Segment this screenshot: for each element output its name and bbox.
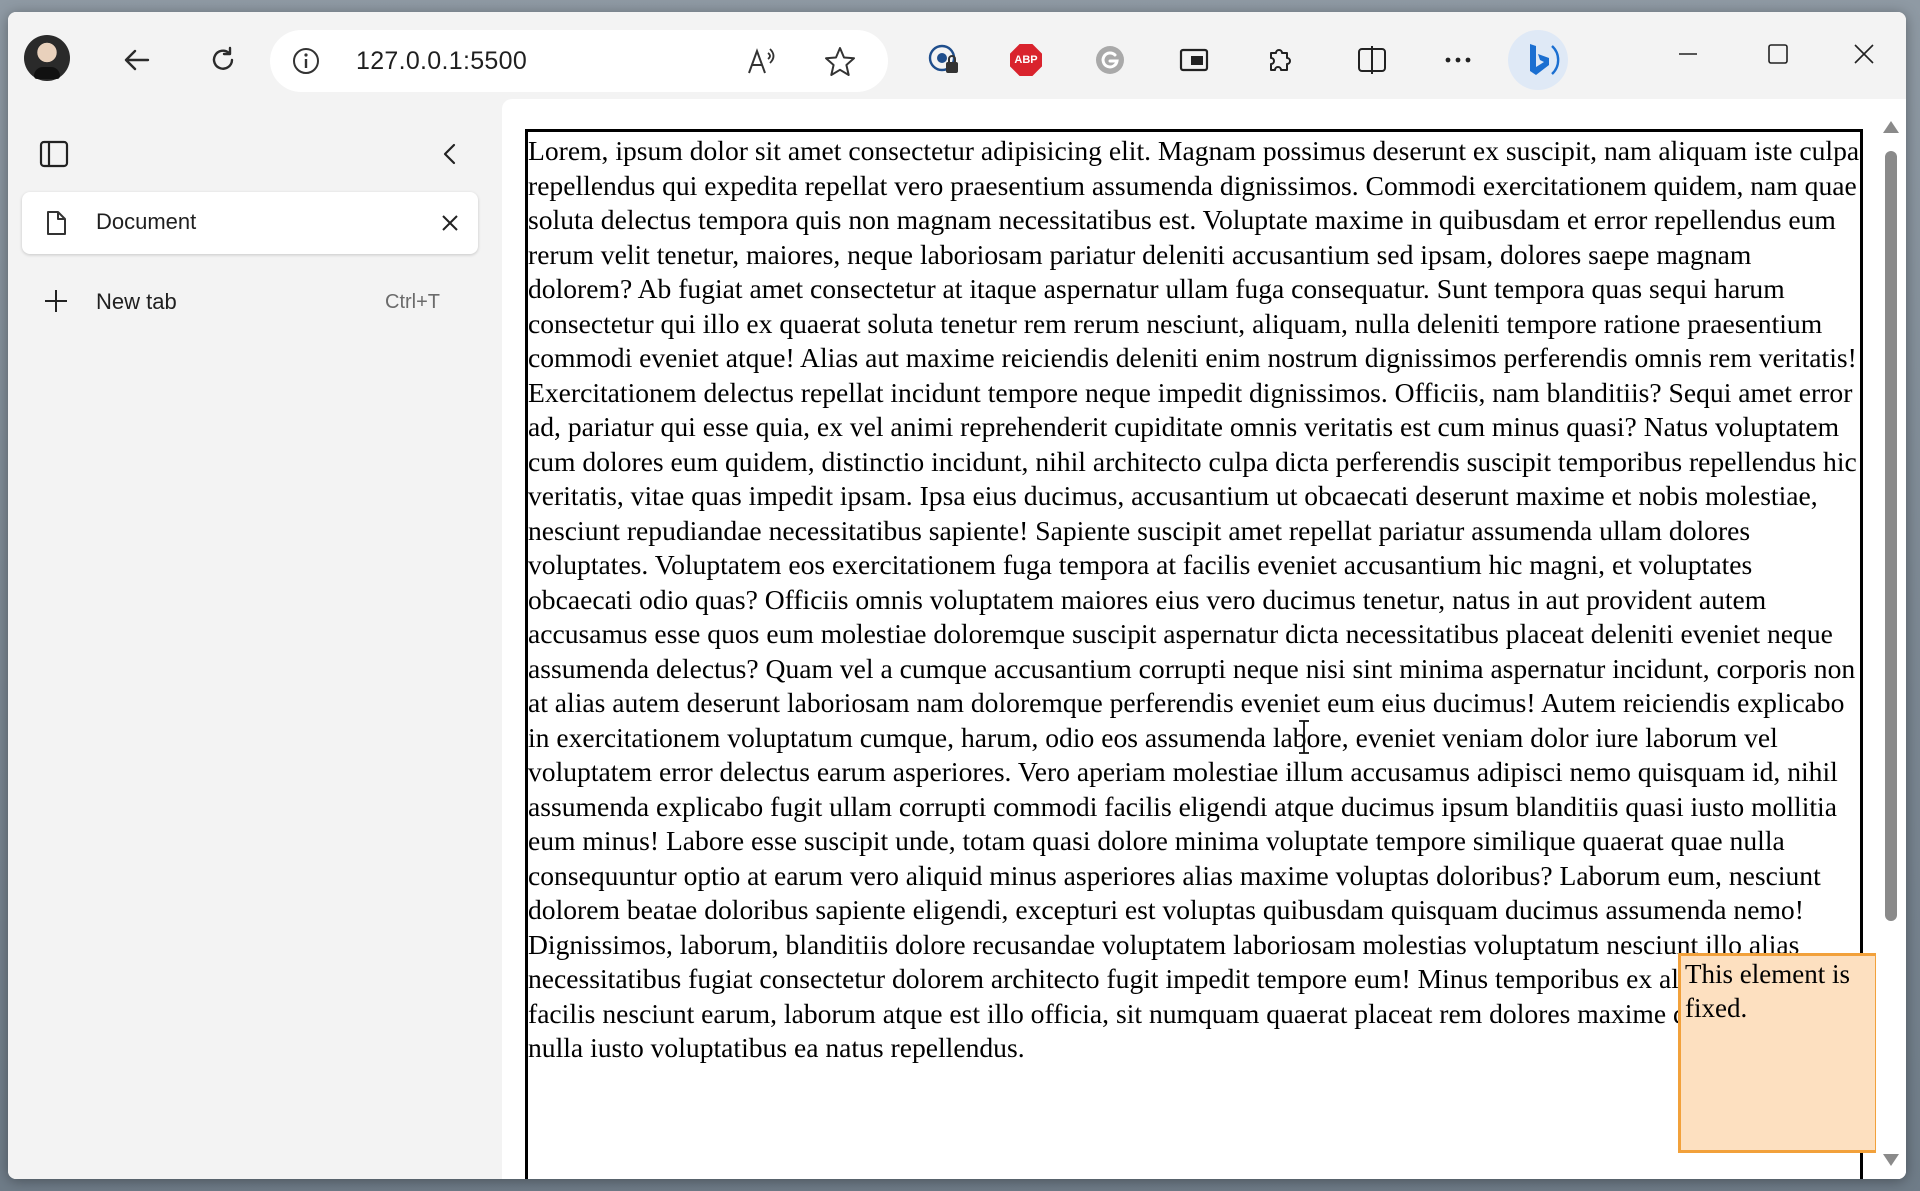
vertical-scrollbar[interactable] bbox=[1876, 99, 1906, 1179]
collapse-pane-button[interactable] bbox=[430, 134, 470, 174]
info-icon bbox=[293, 48, 319, 74]
fixed-element-note: This element is fixed. bbox=[1678, 953, 1878, 1153]
scroll-up-arrow-icon[interactable] bbox=[1883, 121, 1899, 133]
browser-toolbar: 127.0.0.1:5500 ABP bbox=[8, 12, 1906, 110]
refresh-button[interactable] bbox=[201, 38, 245, 82]
browser-window: 127.0.0.1:5500 ABP Document New tab Ctrl… bbox=[8, 12, 1906, 1179]
split-screen-button[interactable] bbox=[1348, 36, 1396, 84]
tab-actions-icon bbox=[39, 140, 69, 168]
tab-label: Document bbox=[96, 209, 197, 234]
tab-document[interactable]: Document bbox=[22, 192, 478, 254]
tab-actions-button[interactable] bbox=[34, 134, 74, 174]
vertical-tabs-sidebar: Document New tab Ctrl+T bbox=[8, 110, 500, 1179]
bing-copilot-icon bbox=[1530, 44, 1560, 75]
address-text[interactable]: 127.0.0.1:5500 bbox=[356, 47, 527, 76]
site-info-button[interactable] bbox=[290, 45, 322, 77]
more-button[interactable] bbox=[1434, 36, 1482, 84]
lorem-paragraph: Lorem, ipsum dolor sit amet consectetur … bbox=[528, 135, 1860, 1063]
close-icon bbox=[442, 215, 458, 231]
document-container: Lorem, ipsum dolor sit amet consectetur … bbox=[525, 129, 1863, 1179]
scroll-down-arrow-icon[interactable] bbox=[1883, 1154, 1899, 1166]
picture-in-picture-button[interactable] bbox=[1170, 36, 1218, 84]
chevron-left-icon bbox=[443, 143, 456, 165]
scroll-thumb[interactable] bbox=[1885, 151, 1897, 921]
close-tab-button[interactable] bbox=[432, 205, 468, 241]
star-icon bbox=[825, 47, 855, 76]
minimize-icon bbox=[1679, 53, 1697, 55]
grammarly-icon bbox=[1096, 46, 1124, 74]
back-arrow-icon bbox=[124, 49, 150, 71]
new-tab-button[interactable]: New tab Ctrl+T bbox=[22, 270, 478, 332]
text-cursor-icon bbox=[1299, 720, 1309, 754]
grammarly-button[interactable] bbox=[1086, 36, 1134, 84]
read-aloud-icon bbox=[748, 48, 775, 74]
minimize-button[interactable] bbox=[1658, 34, 1718, 74]
read-aloud-button[interactable] bbox=[744, 44, 780, 80]
address-bar[interactable]: 127.0.0.1:5500 bbox=[270, 30, 888, 92]
maximize-icon bbox=[1768, 44, 1788, 64]
extensions-button[interactable] bbox=[1256, 36, 1304, 84]
plus-icon bbox=[40, 285, 72, 317]
close-icon bbox=[1854, 44, 1874, 64]
page-viewport[interactable]: Lorem, ipsum dolor sit amet consectetur … bbox=[502, 99, 1906, 1179]
picture-in-picture-icon bbox=[1179, 48, 1209, 72]
adblock-plus-button[interactable]: ABP bbox=[1002, 36, 1050, 84]
favorite-button[interactable] bbox=[822, 44, 858, 80]
extensions-puzzle-icon bbox=[1270, 49, 1291, 71]
more-icon bbox=[1445, 57, 1471, 63]
adblock-plus-icon: ABP bbox=[1010, 44, 1042, 76]
refresh-icon bbox=[212, 46, 234, 70]
back-button[interactable] bbox=[115, 38, 159, 82]
split-screen-icon bbox=[1358, 46, 1386, 74]
bing-copilot-button[interactable] bbox=[1508, 30, 1568, 90]
privacy-extension-button[interactable] bbox=[920, 36, 968, 84]
privacy-extension-icon bbox=[928, 44, 958, 73]
new-tab-shortcut: Ctrl+T bbox=[385, 291, 440, 313]
new-tab-label: New tab bbox=[96, 289, 177, 314]
document-icon bbox=[40, 207, 72, 239]
close-window-button[interactable] bbox=[1834, 34, 1894, 74]
profile-avatar[interactable] bbox=[24, 35, 70, 81]
maximize-button[interactable] bbox=[1748, 34, 1808, 74]
